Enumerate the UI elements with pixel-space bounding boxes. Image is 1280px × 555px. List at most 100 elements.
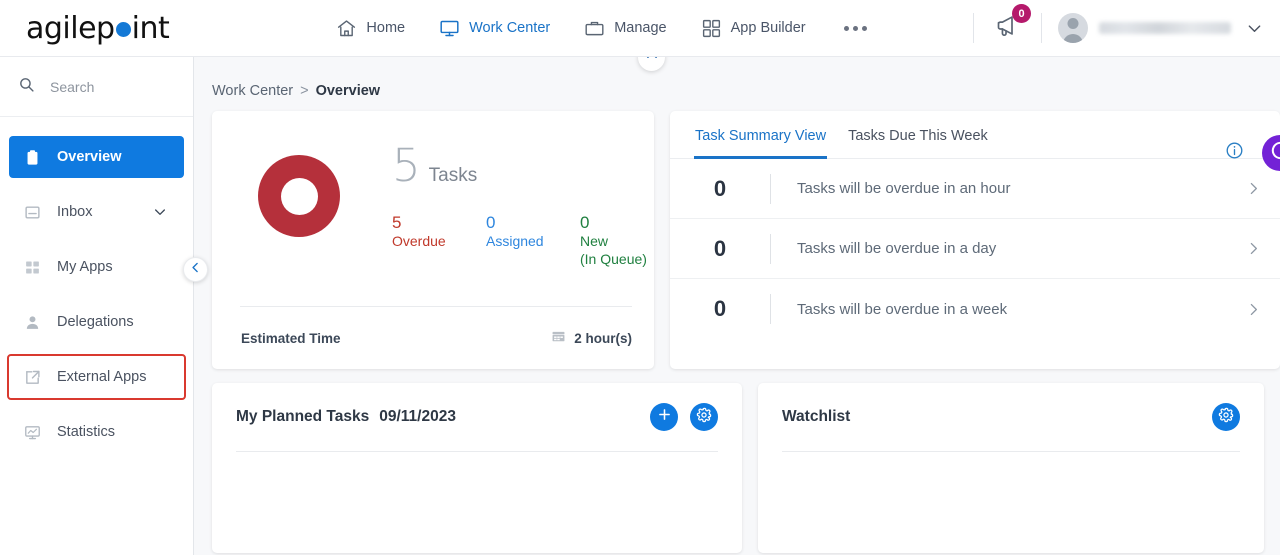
chevron-right-icon[interactable]	[1245, 180, 1262, 197]
user-menu-chevron-down-icon[interactable]	[1245, 19, 1264, 38]
sidebar-item-external-apps[interactable]: External Apps	[7, 354, 186, 400]
stat-assigned[interactable]: 0 Assigned	[486, 212, 580, 268]
chevron-down-icon[interactable]	[152, 204, 168, 220]
task-row-overdue-day[interactable]: 0 Tasks will be overdue in a day	[670, 219, 1280, 279]
monitor-icon	[439, 18, 460, 39]
chevron-up-icon	[645, 57, 659, 67]
nav-item-app-builder-label: App Builder	[730, 20, 806, 36]
task-row-text: Tasks will be overdue in an hour	[797, 180, 1011, 197]
sidebar-item-my-apps[interactable]: My Apps	[9, 246, 184, 288]
donut-hole	[280, 177, 318, 215]
nav-more-menu-button[interactable]	[838, 16, 873, 41]
info-icon[interactable]	[1225, 141, 1244, 165]
sidebar-collapse-button[interactable]	[183, 257, 208, 282]
summary-top: 5 Tasks 5 Overdue 0 Assigned 0 New (In Q…	[234, 129, 647, 268]
watchlist-card: Watchlist	[758, 383, 1264, 553]
nav-item-work-center[interactable]: Work Center	[437, 14, 552, 43]
planned-tasks-settings-button[interactable]	[690, 403, 718, 431]
task-row-count: 0	[713, 296, 727, 321]
sidebar-item-my-apps-label: My Apps	[57, 259, 113, 275]
search-input[interactable]: Search	[0, 57, 193, 117]
nav-item-app-builder[interactable]: App Builder	[699, 14, 808, 43]
chevron-left-icon	[189, 261, 202, 279]
top-right-controls: 0	[957, 4, 1280, 48]
search-icon	[18, 76, 35, 98]
content-toolbar	[1225, 135, 1280, 171]
logo-wordmark: agilep int	[26, 10, 170, 46]
sidebar-item-delegations[interactable]: Delegations	[9, 301, 184, 343]
grid-icon	[701, 18, 722, 39]
person-icon	[23, 314, 41, 331]
panel-actions	[650, 403, 718, 431]
estimated-time-label: Estimated Time	[241, 330, 341, 346]
task-row-overdue-week[interactable]: 0 Tasks will be overdue in a week	[670, 279, 1280, 339]
inbox-icon	[23, 204, 41, 221]
sidebar: Search Overview Inbox My Apps Delegation…	[0, 57, 194, 555]
sidebar-item-overview[interactable]: Overview	[9, 136, 184, 178]
task-row-count: 0	[713, 235, 727, 261]
sidebar-item-inbox[interactable]: Inbox	[9, 191, 184, 233]
notification-count-badge: 0	[1012, 4, 1031, 23]
estimated-time-value: 2 hour(s)	[574, 330, 632, 346]
tab-tasks-due-this-week[interactable]: Tasks Due This Week	[847, 111, 989, 159]
clipboard-icon	[23, 149, 41, 166]
nav-item-work-center-label: Work Center	[469, 20, 551, 36]
stat-overdue[interactable]: 5 Overdue	[392, 212, 486, 268]
gear-icon	[1218, 407, 1234, 428]
panel-header: My Planned Tasks 09/11/2023	[236, 403, 718, 431]
chart-monitor-icon	[23, 424, 41, 441]
refresh-button[interactable]	[1262, 135, 1280, 171]
task-summary-view-card: Task Summary View Tasks Due This Week 0 …	[670, 111, 1280, 369]
main-content: Work Center > Overview 5 Tasks 5 Overdue…	[194, 57, 1280, 555]
nav-item-home[interactable]: Home	[334, 14, 407, 43]
briefcase-icon	[584, 18, 605, 39]
agilepoint-logo[interactable]: agilep int	[0, 11, 190, 46]
gear-icon	[696, 407, 712, 428]
nav-item-home-label: Home	[366, 20, 406, 36]
home-icon	[336, 18, 357, 39]
notifications-button[interactable]: 0	[990, 4, 1031, 48]
watchlist-settings-button[interactable]	[1212, 403, 1240, 431]
stat-new-in-queue[interactable]: 0 New (In Queue)	[580, 212, 674, 268]
dot-icon	[861, 25, 867, 31]
task-tabs: Task Summary View Tasks Due This Week	[670, 111, 1280, 159]
external-link-icon	[23, 369, 41, 386]
dashboard-row-top: 5 Tasks 5 Overdue 0 Assigned 0 New (In Q…	[194, 99, 1280, 369]
panel-actions	[1212, 403, 1240, 431]
nav-item-manage[interactable]: Manage	[582, 14, 668, 43]
plus-icon	[656, 406, 673, 428]
task-donut-chart	[258, 155, 340, 237]
logo-text-part2: int	[131, 10, 170, 46]
task-row-text: Tasks will be overdue in a week	[797, 300, 1008, 318]
my-planned-tasks-title: My Planned Tasks	[236, 408, 370, 425]
main-nav: Home Work Center Manage App Builder	[250, 14, 957, 43]
tab-task-summary-view[interactable]: Task Summary View	[694, 111, 828, 159]
chevron-right-icon[interactable]	[1245, 240, 1262, 257]
apps-grid-icon	[23, 259, 41, 276]
total-tasks-label: Tasks	[428, 165, 478, 186]
stat-overdue-value: 5	[392, 213, 402, 232]
dashboard-row-bottom: My Planned Tasks 09/11/2023 Watchlist	[194, 369, 1280, 553]
watchlist-title: Watchlist	[782, 408, 851, 425]
divider	[973, 13, 974, 43]
divider	[236, 451, 718, 452]
breadcrumb-current[interactable]: Overview	[316, 83, 381, 99]
add-task-button[interactable]	[650, 403, 678, 431]
divider	[240, 306, 632, 307]
estimated-time-value-group: 2 hour(s)	[551, 329, 632, 347]
task-row-overdue-hour[interactable]: 0 Tasks will be overdue in an hour	[670, 159, 1280, 219]
breadcrumb-parent[interactable]: Work Center	[212, 83, 293, 99]
breadcrumb: Work Center > Overview	[194, 57, 1280, 99]
stat-assigned-value: 0	[486, 213, 496, 232]
sidebar-menu: Overview Inbox My Apps Delegations Exter…	[0, 117, 193, 453]
nav-item-manage-label: Manage	[614, 20, 667, 36]
chevron-right-icon[interactable]	[1245, 301, 1262, 318]
task-row-text: Tasks will be overdue in a day	[797, 240, 997, 257]
task-summary-card: 5 Tasks 5 Overdue 0 Assigned 0 New (In Q…	[212, 111, 654, 369]
stat-assigned-label: Assigned	[486, 233, 544, 250]
sidebar-item-statistics[interactable]: Statistics	[9, 411, 184, 453]
stat-new-value: 0	[580, 213, 590, 232]
search-placeholder: Search	[50, 78, 95, 95]
sidebar-item-overview-label: Overview	[57, 149, 122, 165]
avatar[interactable]	[1058, 13, 1088, 43]
